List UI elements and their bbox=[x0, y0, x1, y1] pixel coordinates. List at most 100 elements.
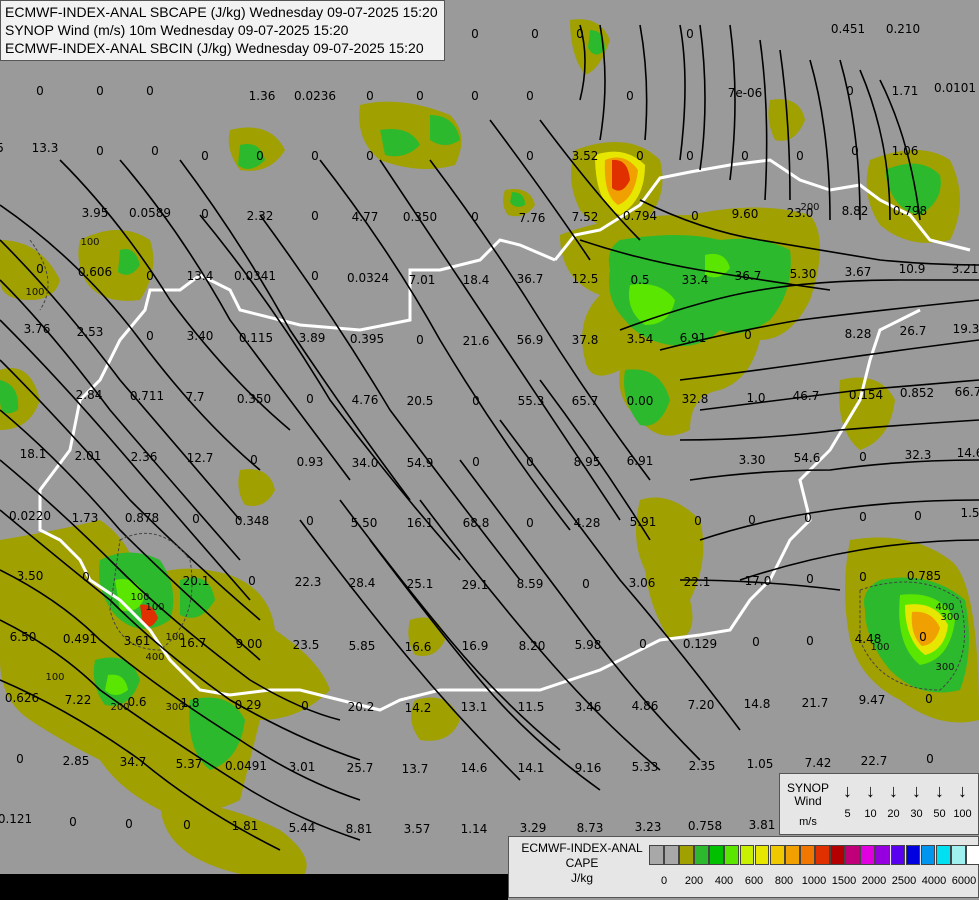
station-value: 0.0324 bbox=[347, 271, 389, 285]
station-value: 21.6 bbox=[463, 334, 490, 348]
station-value: 0.93 bbox=[297, 455, 324, 469]
station-value: 0.606 bbox=[78, 265, 112, 279]
station-value: 0 bbox=[639, 637, 647, 651]
station-value: 0.29 bbox=[235, 698, 262, 712]
cape-swatch bbox=[769, 845, 785, 865]
wind-legend: SYNOP Wind m/s ↓ 5 ↓ 10 ↓ 20 ↓ 30 ↓ 50 ↓ 100 bbox=[779, 773, 979, 835]
cape-swatch bbox=[784, 845, 800, 865]
station-value: 0 bbox=[201, 149, 209, 163]
station-value: 0 bbox=[306, 514, 314, 528]
station-value: 0 bbox=[806, 572, 814, 586]
cape-swatch bbox=[739, 845, 755, 865]
station-value: 0.794 bbox=[623, 209, 657, 223]
station-value: 2.32 bbox=[247, 209, 274, 223]
station-value: 36.7 bbox=[735, 269, 762, 283]
station-value: 0 bbox=[806, 634, 814, 648]
station-value: 9.00 bbox=[236, 637, 263, 651]
contour-label: 400 bbox=[935, 602, 954, 613]
station-value: 0.395 bbox=[350, 332, 384, 346]
station-value: 0 bbox=[36, 84, 44, 98]
cape-legend-title-line1: ECMWF-INDEX-ANAL bbox=[521, 841, 643, 855]
wind-legend-title: SYNOP Wind bbox=[784, 782, 832, 808]
station-value: 0 bbox=[846, 84, 854, 98]
station-value: 0 bbox=[804, 511, 812, 525]
station-value: 0 bbox=[626, 89, 634, 103]
station-value: 0.798 bbox=[893, 204, 927, 218]
station-value: 2.36 bbox=[131, 450, 158, 464]
station-value: 14.6 bbox=[957, 446, 979, 460]
station-value: 0 bbox=[752, 635, 760, 649]
station-value: 23.5 bbox=[293, 638, 320, 652]
title-box: ECMWF-INDEX-ANAL SBCAPE (J/kg) Wednesday… bbox=[0, 0, 445, 61]
station-value: 0 bbox=[686, 149, 694, 163]
station-value: 0 bbox=[416, 333, 424, 347]
station-value: 3.30 bbox=[739, 453, 766, 467]
station-value: 4.28 bbox=[574, 516, 601, 530]
cape-swatch bbox=[649, 845, 664, 865]
station-value: 0.5 bbox=[630, 273, 649, 287]
station-value: 1.81 bbox=[232, 819, 259, 833]
wind-speed-label: 30 bbox=[910, 808, 923, 820]
station-value: 5.91 bbox=[630, 515, 657, 529]
station-value: 0 bbox=[151, 144, 159, 158]
title-sbcin: ECMWF-INDEX-ANAL SBCIN (J/kg) Wednesday … bbox=[5, 40, 424, 56]
station-value: 0 bbox=[201, 207, 209, 221]
cape-tick-label: 600 bbox=[744, 875, 764, 887]
station-value: 16.9 bbox=[462, 639, 489, 653]
wind-arrow-icon: ↓ bbox=[912, 781, 921, 801]
wind-arrow-icon: ↓ bbox=[866, 781, 875, 801]
station-value: 0 bbox=[96, 144, 104, 158]
cape-swatch bbox=[950, 845, 966, 865]
station-value: 5.30 bbox=[790, 267, 817, 281]
cape-swatch bbox=[694, 845, 710, 865]
wind-legend-item: ↓ 10 bbox=[859, 780, 882, 820]
station-value: 9.60 bbox=[732, 207, 759, 221]
station-value: 0.348 bbox=[235, 514, 269, 528]
contour-label: 100 bbox=[145, 602, 164, 613]
station-value: 7e-06 bbox=[728, 86, 763, 100]
cape-swatch bbox=[875, 845, 891, 865]
station-value: 8.20 bbox=[519, 639, 546, 653]
station-value: 0 bbox=[526, 149, 534, 163]
station-value: 0 bbox=[636, 149, 644, 163]
station-value: 0 bbox=[311, 209, 319, 223]
wind-legend-item: ↓ 30 bbox=[905, 780, 928, 820]
station-value: 13.7 bbox=[402, 762, 429, 776]
station-value: 0 bbox=[146, 329, 154, 343]
station-value: 0 bbox=[311, 269, 319, 283]
station-value: 0.350 bbox=[237, 392, 271, 406]
station-value: 37.8 bbox=[572, 333, 599, 347]
station-value: 0.350 bbox=[403, 210, 437, 224]
cape-tick-label: 0 bbox=[660, 875, 668, 887]
station-value: 6.91 bbox=[627, 454, 654, 468]
contour-label: 300 bbox=[935, 662, 954, 673]
station-value: 5.85 bbox=[349, 639, 376, 653]
cape-swatch bbox=[664, 845, 679, 865]
station-value: 0 bbox=[311, 149, 319, 163]
station-value: 17.0 bbox=[745, 574, 772, 588]
cape-scale-ticks: 0 200 400 600 800 1000 1500 2000 2500 4000 6000 bbox=[649, 875, 976, 889]
station-value: 5 bbox=[0, 141, 4, 155]
station-value: 14.8 bbox=[744, 697, 771, 711]
station-value: 56.9 bbox=[517, 333, 544, 347]
station-value: 8.82 bbox=[842, 204, 869, 218]
cape-tick-label: 200 bbox=[684, 875, 704, 887]
station-value: 16.1 bbox=[407, 516, 434, 530]
cape-tick-label: 800 bbox=[774, 875, 794, 887]
cape-tick-label: 2500 bbox=[891, 875, 917, 887]
station-value: 20.2 bbox=[348, 700, 375, 714]
station-value: 0.0341 bbox=[234, 269, 276, 283]
contour-label: 300 bbox=[940, 612, 959, 623]
station-value: 65.7 bbox=[572, 394, 599, 408]
weather-map: 0 0 0 0 0.451 0.210 0 0 0 1.36 0.0236 0 0 0 0 0 7e-06 0 1.… bbox=[0, 0, 979, 900]
contour-label: 100 bbox=[165, 632, 184, 643]
wind-legend-item: ↓ 100 bbox=[951, 780, 974, 820]
station-value: 3.23 bbox=[635, 820, 662, 834]
station-value: 0.6 bbox=[127, 695, 146, 709]
wind-speed-label: 10 bbox=[864, 808, 877, 820]
station-value: 13.4 bbox=[187, 269, 214, 283]
station-value: 2.35 bbox=[689, 759, 716, 773]
station-value: 0 bbox=[16, 752, 24, 766]
station-value: 0.758 bbox=[688, 819, 722, 833]
cape-legend: ECMWF-INDEX-ANAL CAPE J/kg 0 200 400 600 800… bbox=[508, 836, 979, 898]
